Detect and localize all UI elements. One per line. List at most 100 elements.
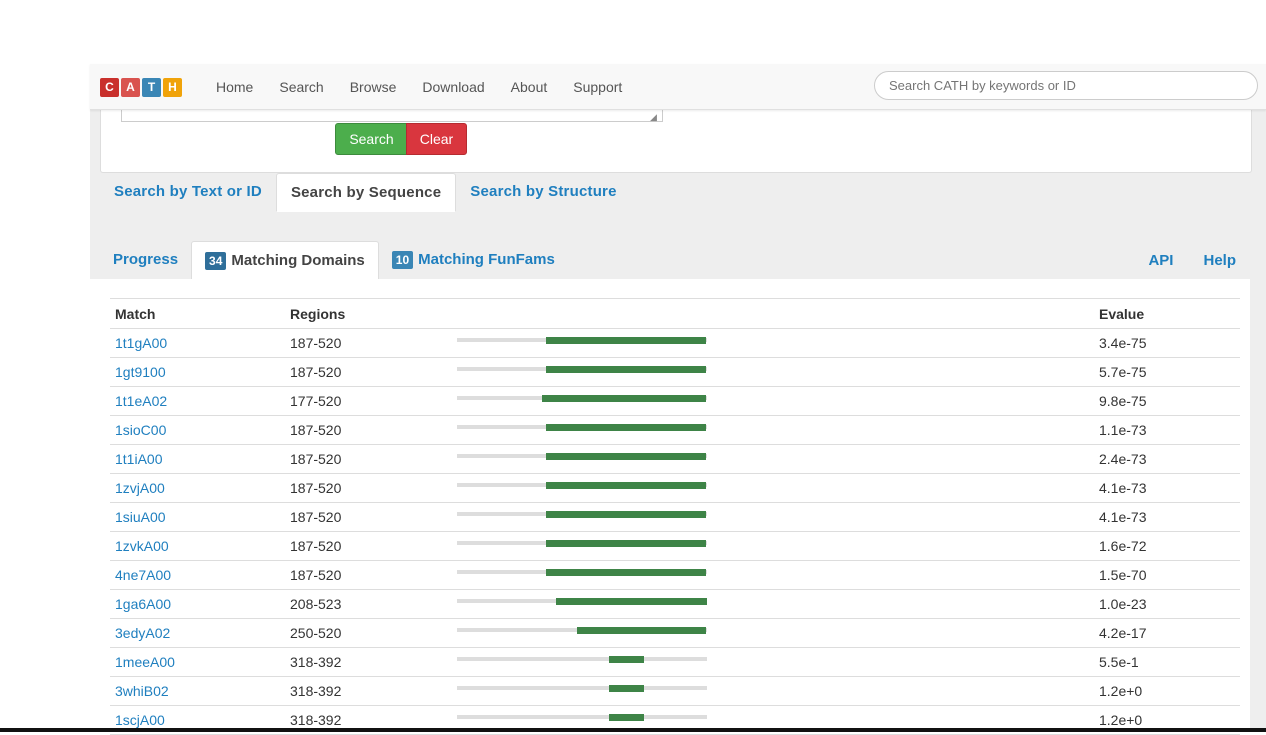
nav-search-link[interactable]: Search [279,79,323,95]
regions-cell: 187-520 [285,473,452,503]
matched-region-fill [546,453,706,460]
region-bar [457,395,707,402]
domain-link[interactable]: 1siuA00 [115,509,166,525]
logo-letter: H [163,78,182,97]
matched-region-fill [546,511,706,518]
tab-matching-funfams[interactable]: 10 Matching FunFams [379,241,568,279]
evalue-cell: 1.5e-70 [1094,560,1240,590]
domain-link[interactable]: 1meeA00 [115,654,175,670]
domain-link[interactable]: 3whiB02 [115,683,169,699]
table-row: 1t1gA00 187-520 3.4e-75 [110,328,1240,358]
domain-link[interactable]: 1t1eA02 [115,393,167,409]
domain-link[interactable]: 1t1iA00 [115,451,162,467]
tab-search-by-text[interactable]: Search by Text or ID [100,173,276,210]
domain-link[interactable]: 1t1gA00 [115,335,167,351]
tab-search-by-sequence[interactable]: Search by Sequence [275,173,457,212]
clear-button[interactable]: Clear [406,123,467,155]
region-bar [457,598,707,605]
match-cell: 3whiB02 [110,676,285,706]
evalue-cell: 4.1e-73 [1094,502,1240,532]
regions-cell: 187-520 [285,560,452,590]
region-bar-cell [452,444,1094,474]
evalue-cell: 5.5e-1 [1094,647,1240,677]
region-bar-cell [452,502,1094,532]
nav-download-link[interactable]: Download [422,79,484,95]
search-button[interactable]: Search [335,123,408,155]
match-cell: 1t1iA00 [110,444,285,474]
regions-cell: 187-520 [285,357,452,387]
regions-cell: 187-520 [285,502,452,532]
regions-cell: 187-520 [285,531,452,561]
regions-cell: 187-520 [285,328,452,358]
matched-region-fill [546,569,706,576]
domain-link[interactable]: 1scjA00 [115,712,165,728]
domain-link[interactable]: 4ne7A00 [115,567,171,583]
sequence-form-panel: ◢ Search Clear [100,109,1252,173]
region-bar [457,627,707,634]
domain-link[interactable]: 1sioC00 [115,422,166,438]
funfams-count-badge: 10 [391,251,414,269]
matched-region-fill [546,366,706,373]
table-row: 3whiB02 318-392 1.2e+0 [110,676,1240,706]
resize-grip-icon[interactable]: ◢ [650,112,657,123]
evalue-cell: 2.4e-73 [1094,444,1240,474]
api-link[interactable]: API [1148,252,1173,269]
logo-letter: T [142,78,161,97]
matched-region-fill [609,714,644,721]
regions-cell: 187-520 [285,444,452,474]
evalue-cell: 9.8e-75 [1094,386,1240,416]
api-help-links: API Help [1118,241,1236,279]
match-cell: 1zvkA00 [110,531,285,561]
matched-region-fill [546,424,706,431]
region-bar-cell [452,415,1094,445]
regions-cell: 187-520 [285,415,452,445]
header-regions: Regions [285,298,452,329]
taskbar-edge [0,728,1266,732]
tab-progress-label: Progress [113,251,179,268]
sequence-textarea[interactable] [121,109,663,122]
domain-link[interactable]: 1ga6A00 [115,596,171,612]
table-row: 1zvjA00 187-520 4.1e-73 [110,473,1240,503]
help-link[interactable]: Help [1203,252,1236,269]
domain-link[interactable]: 3edyA02 [115,625,170,641]
region-bar-cell [452,357,1094,387]
match-cell: 4ne7A00 [110,560,285,590]
region-bar-cell [452,560,1094,590]
table-row: 1siuA00 187-520 4.1e-73 [110,502,1240,532]
table-row: 1zvkA00 187-520 1.6e-72 [110,531,1240,561]
tab-matching-domains[interactable]: 34 Matching Domains [191,241,379,280]
cath-logo[interactable]: CATH [100,78,182,97]
top-navbar: CATH Home Search Browse Download About S… [90,64,1266,110]
match-cell: 1gt9100 [110,357,285,387]
matched-region-fill [609,685,644,692]
regions-cell: 177-520 [285,386,452,416]
region-bar-cell [452,589,1094,619]
region-bar [457,511,707,518]
nav-home-link[interactable]: Home [216,79,253,95]
region-bar [457,656,707,663]
match-cell: 1zvjA00 [110,473,285,503]
nav-about-link[interactable]: About [511,79,548,95]
region-bar [457,424,707,431]
nav-search-input[interactable] [874,71,1258,100]
evalue-cell: 4.1e-73 [1094,473,1240,503]
matched-region-fill [546,337,706,344]
nav-browse-link[interactable]: Browse [350,79,397,95]
nav-support-link[interactable]: Support [573,79,622,95]
logo-letter: C [100,78,119,97]
match-cell: 1meeA00 [110,647,285,677]
table-row: 4ne7A00 187-520 1.5e-70 [110,560,1240,590]
tab-progress[interactable]: Progress [100,241,191,279]
sequence-track [457,686,707,690]
regions-cell: 318-392 [285,676,452,706]
domain-link[interactable]: 1zvjA00 [115,480,165,496]
region-bar [457,453,707,460]
header-region-bar [452,298,1094,329]
domain-link[interactable]: 1gt9100 [115,364,166,380]
tab-search-by-structure[interactable]: Search by Structure [456,173,630,210]
match-cell: 3edyA02 [110,618,285,648]
header-evalue: Evalue [1094,298,1240,329]
domain-link[interactable]: 1zvkA00 [115,538,169,554]
results-table: Match Regions Evalue 1t1gA00 187-520 3.4e-… [110,298,1240,735]
table-header-row: Match Regions Evalue [110,298,1240,329]
